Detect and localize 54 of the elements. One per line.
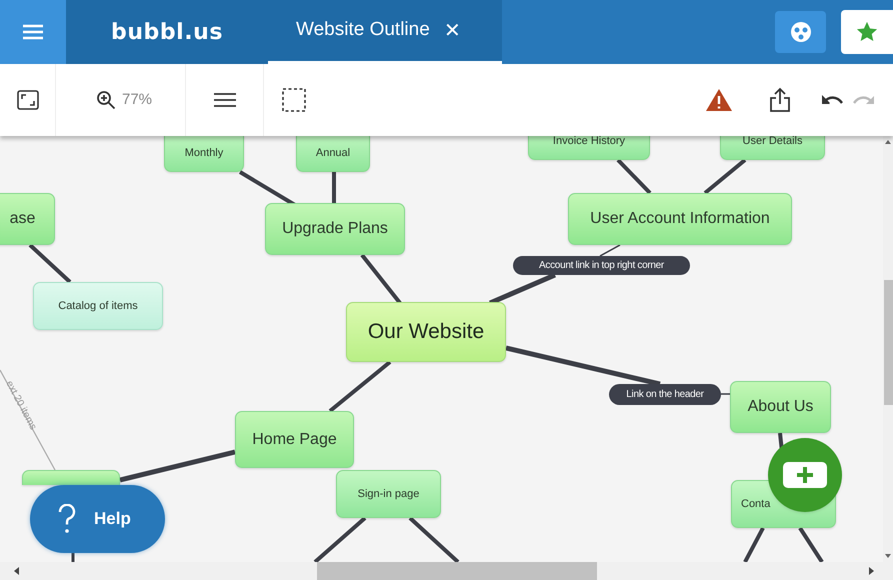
undo-icon [821,93,843,107]
palette-icon [790,21,812,43]
connector-line [408,516,460,562]
connector-line [314,516,366,562]
connector-line [332,172,336,205]
mindmap-node[interactable] [22,470,120,485]
tab-title: Website Outline [296,18,430,42]
menu-icon [23,24,43,40]
share-icon [769,87,791,113]
mindmap-node[interactable]: User Account Information [568,193,792,245]
scrollbar-thumb[interactable] [884,280,892,405]
palette-button[interactable] [775,11,826,53]
connector-line [360,254,402,304]
horizontal-scrollbar[interactable] [0,562,893,580]
connector-note: ext 20 items [2,378,40,433]
scroll-right-icon [869,567,874,575]
warning-icon [705,88,733,112]
close-icon[interactable]: ✕ [444,16,461,46]
mindmap-node[interactable]: About Us [730,381,831,433]
vertical-scrollbar[interactable] [883,136,893,562]
connector-label[interactable]: Link on the header [609,384,721,405]
mindmap-node[interactable]: Monthly [164,136,244,172]
scroll-up-icon [885,140,891,144]
star-icon [856,21,878,43]
connector-label[interactable]: Account link in top right corner [513,256,690,275]
document-tab[interactable]: Website Outline ✕ [268,0,502,64]
scrollbar-thumb[interactable] [317,562,597,580]
connector-line [328,360,392,413]
mindmap-node[interactable]: ase [0,193,55,245]
fit-screen-icon [16,90,38,110]
selection-icon [282,88,306,112]
mindmap-node[interactable]: Annual [296,136,370,172]
connector-line [600,244,620,257]
zoom-in-icon [96,90,116,110]
scroll-left-icon [14,567,19,575]
mindmap-node[interactable]: Home Page [235,411,354,468]
mindmap-node[interactable]: Catalog of items [33,282,163,330]
star-button[interactable] [841,10,893,54]
connector-line [743,527,765,562]
mindmap-node[interactable]: Sign-in page [336,470,441,518]
question-icon [58,504,76,534]
connector-line [798,526,824,562]
connector-line [721,393,730,395]
add-icon [782,461,828,489]
help-button[interactable]: Help [30,485,165,553]
mindmap-node[interactable]: Our Website [346,302,506,362]
connector-line [704,158,746,195]
app-logo[interactable]: bubbl.us [111,16,223,48]
connector-line [28,244,72,284]
connector-line [616,158,652,194]
mindmap-node[interactable]: Upgrade Plans [265,203,405,255]
connector-line [72,553,74,562]
scroll-down-icon [885,554,891,558]
menu-icon [214,92,236,108]
